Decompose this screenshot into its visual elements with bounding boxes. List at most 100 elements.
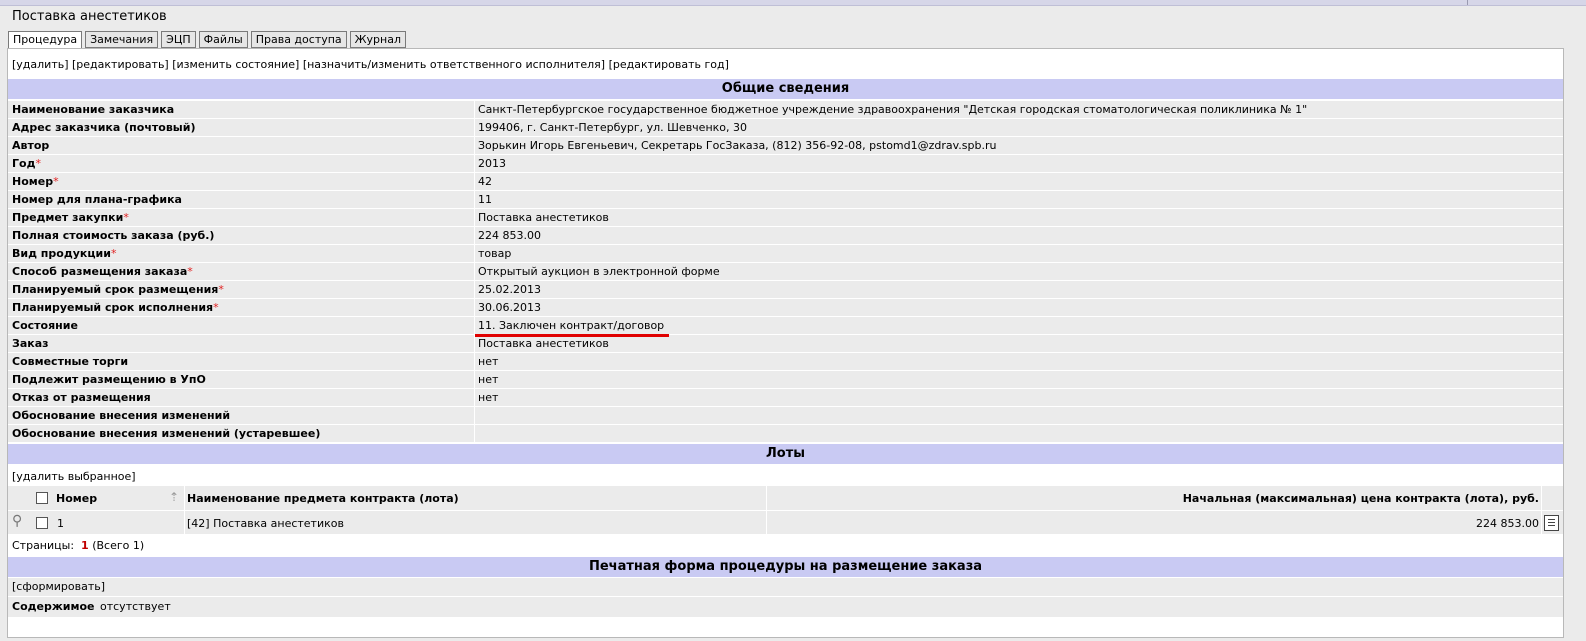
info-value: нет: [478, 355, 499, 368]
row-checkbox[interactable]: [36, 517, 48, 529]
info-label: Автор: [12, 139, 50, 152]
edit-link[interactable]: [редактировать]: [72, 58, 169, 71]
lots-table-header: Номер ⇡ Наименование предмета контракта …: [8, 486, 1563, 510]
status-value: 11. Заключен контракт/договор: [478, 319, 665, 332]
document-icon[interactable]: [1544, 515, 1559, 531]
info-row: Адрес заказчика (почтовый) 199406, г. Сан…: [8, 118, 1563, 137]
info-value: 11: [478, 193, 492, 206]
column-name[interactable]: Наименование предмета контракта (лота): [187, 492, 459, 505]
required-mark: *: [35, 157, 41, 170]
info-label: Способ размещения заказа*: [12, 265, 193, 278]
page-title: Поставка анестетиков: [12, 9, 167, 24]
info-value: Санкт-Петербургское государственное бюдж…: [478, 103, 1308, 116]
tab-signature[interactable]: ЭЦП: [161, 31, 196, 48]
lot-number: 1: [57, 517, 64, 530]
tab-access-rights[interactable]: Права доступа: [250, 31, 347, 48]
select-all-checkbox[interactable]: [36, 492, 48, 504]
required-mark: *: [218, 283, 224, 296]
required-mark: *: [213, 301, 219, 314]
print-form-section-header: Печатная форма процедуры на размещение з…: [8, 557, 1563, 577]
total-count: (Всего 1): [92, 539, 145, 552]
info-label: Наименование заказчика: [12, 103, 175, 116]
info-label: Планируемый срок размещения*: [12, 283, 224, 296]
info-row: Вид продукции* товар: [8, 244, 1563, 263]
top-bar-divider: [1467, 0, 1468, 5]
edit-year-link[interactable]: [редактировать год]: [609, 58, 729, 71]
info-row: Отказ от размещения нет: [8, 388, 1563, 407]
info-label: Отказ от размещения: [12, 391, 151, 404]
info-row: Заказ Поставка анестетиков: [8, 334, 1563, 353]
lot-price: 224 853.00: [1476, 517, 1539, 530]
info-label: Обоснование внесения изменений: [12, 409, 231, 422]
status-highlight-underline: [475, 334, 669, 337]
assign-executor-link[interactable]: [назначить/изменить ответственного испол…: [303, 58, 605, 71]
info-label: Обоснование внесения изменений (устаревш…: [12, 427, 321, 440]
print-form-actions: [сформировать]: [8, 578, 1563, 596]
action-links: [удалить] [редактировать] [изменить сост…: [12, 58, 729, 71]
row-drag-handle-icon[interactable]: ⚲: [12, 513, 22, 529]
info-row: Предмет закупки* Поставка анестетиков: [8, 208, 1563, 227]
info-value: Зорькин Игорь Евгеньевич, Секретарь ГосЗ…: [478, 139, 997, 152]
delete-selected-link[interactable]: [удалить выбранное]: [12, 470, 136, 483]
generate-link[interactable]: [сформировать]: [12, 580, 105, 593]
info-label: Вид продукции*: [12, 247, 117, 260]
info-value: 2013: [478, 157, 506, 170]
info-value: Поставка анестетиков: [478, 211, 609, 224]
info-row: Планируемый срок исполнения* 30.06.2013: [8, 298, 1563, 317]
required-mark: *: [53, 175, 59, 188]
tab-remarks[interactable]: Замечания: [85, 31, 159, 48]
print-form-content: Содержимое отсутствует: [8, 597, 1563, 617]
column-price[interactable]: Начальная (максимальная) цена контракта …: [1183, 492, 1539, 505]
sort-arrow-icon[interactable]: ⇡: [169, 490, 179, 504]
pages-label: Страницы:: [12, 539, 75, 552]
info-value: Открытый аукцион в электронной форме: [478, 265, 720, 278]
info-row: Автор Зорькин Игорь Евгеньевич, Секретарь…: [8, 136, 1563, 155]
info-row: Состояние 11. Заключен контракт/договор: [8, 316, 1563, 335]
info-label: Номер*: [12, 175, 59, 188]
procedure-panel: [удалить] [редактировать] [изменить сост…: [7, 48, 1564, 638]
current-page[interactable]: 1: [81, 539, 89, 552]
info-row: Номер* 42: [8, 172, 1563, 191]
info-row: Год* 2013: [8, 154, 1563, 173]
info-label: Полная стоимость заказа (руб.): [12, 229, 215, 242]
required-mark: *: [123, 211, 129, 224]
required-mark: *: [187, 265, 193, 278]
content-value: отсутствует: [100, 600, 171, 613]
info-row: Номер для плана-графика 11: [8, 190, 1563, 209]
lot-name[interactable]: [42] Поставка анестетиков: [187, 517, 344, 530]
info-label: Совместные торги: [12, 355, 129, 368]
info-label: Адрес заказчика (почтовый): [12, 121, 196, 134]
change-state-link[interactable]: [изменить состояние]: [172, 58, 299, 71]
column-number[interactable]: Номер: [56, 492, 97, 505]
info-value: 224 853.00: [478, 229, 541, 242]
lots-section-header: Лоты: [8, 444, 1563, 464]
info-row: Совместные торги нет: [8, 352, 1563, 371]
info-row: Обоснование внесения изменений: [8, 406, 1563, 425]
info-value: 25.02.2013: [478, 283, 541, 296]
info-value: Поставка анестетиков: [478, 337, 609, 350]
top-bar: [0, 0, 1586, 6]
tab-procedure[interactable]: Процедура: [8, 31, 83, 49]
info-label: Подлежит размещению в УпО: [12, 373, 206, 386]
info-row: Наименование заказчика Санкт-Петербургско…: [8, 100, 1563, 119]
info-row: Обоснование внесения изменений (устаревш…: [8, 424, 1563, 443]
table-row: ⚲ 1 [42] Поставка анестетиков 224 853.00: [8, 511, 1563, 535]
info-value: 42: [478, 175, 492, 188]
info-value: 30.06.2013: [478, 301, 541, 314]
pagination: Страницы: 1 (Всего 1): [12, 539, 144, 552]
tab-files[interactable]: Файлы: [198, 31, 248, 48]
info-value: нет: [478, 373, 499, 386]
info-label: Состояние: [12, 319, 78, 332]
info-row: Подлежит размещению в УпО нет: [8, 370, 1563, 389]
info-row: Способ размещения заказа* Открытый аукцио…: [8, 262, 1563, 281]
info-label: Предмет закупки*: [12, 211, 129, 224]
info-label: Заказ: [12, 337, 49, 350]
delete-link[interactable]: [удалить]: [12, 58, 69, 71]
content-label: Содержимое: [12, 600, 95, 613]
info-label: Номер для плана-графика: [12, 193, 182, 206]
info-row: Полная стоимость заказа (руб.) 224 853.00: [8, 226, 1563, 245]
info-value: 199406, г. Санкт-Петербург, ул. Шевченко…: [478, 121, 748, 134]
tab-journal[interactable]: Журнал: [349, 31, 406, 48]
info-value: нет: [478, 391, 499, 404]
info-label: Год*: [12, 157, 41, 170]
